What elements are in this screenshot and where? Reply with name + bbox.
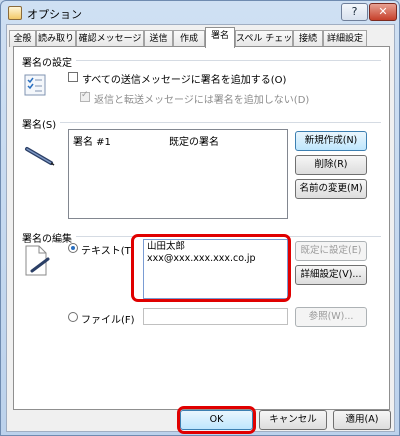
add-signature-checkbox[interactable]	[68, 72, 78, 82]
advanced-settings-button[interactable]: 詳細設定(V)...	[295, 265, 367, 285]
text-highlight-box	[131, 234, 291, 302]
text-radio[interactable]	[68, 243, 78, 253]
no-reply-signature-label: 返信と転送メッセージには署名を追加しない(D)	[94, 95, 310, 106]
file-path-field[interactable]	[143, 308, 288, 325]
no-reply-signature-checkbox[interactable]	[80, 90, 90, 102]
signatures-divider	[60, 122, 381, 123]
app-icon	[8, 6, 22, 20]
title-bar[interactable]: オプション ? ✕	[2, 2, 398, 24]
tab-send[interactable]: 送信	[144, 30, 173, 47]
close-button[interactable]: ✕	[369, 3, 397, 21]
dialog-body: 全般 読み取り 確認メッセージ 送信 作成 署名 スペル チェック 接続 詳細設…	[6, 24, 395, 434]
apply-button[interactable]: 適用(A)	[333, 410, 391, 430]
help-button[interactable]: ?	[341, 3, 368, 21]
file-radio[interactable]	[68, 312, 78, 322]
delete-signature-button[interactable]: 削除(R)	[295, 155, 367, 175]
signature-list[interactable]: 署名 #1 既定の署名	[68, 129, 288, 219]
cancel-button[interactable]: キャンセル	[259, 410, 327, 430]
tab-compose[interactable]: 作成	[173, 30, 205, 47]
settings-heading: 署名の設定	[22, 58, 72, 69]
signatures-panel: 署名の設定 すべての送信メッセージに署名を追加する(O) 返信と転送メッセージに…	[13, 46, 390, 410]
browse-button[interactable]: 参照(W)...	[295, 307, 367, 327]
rename-signature-button[interactable]: 名前の変更(M)	[295, 179, 367, 199]
tab-general[interactable]: 全般	[9, 30, 36, 47]
tab-receipts[interactable]: 確認メッセージ	[76, 30, 144, 47]
document-pen-icon	[24, 245, 50, 277]
ok-highlight-box	[177, 406, 256, 434]
add-signature-label: すべての送信メッセージに署名を追加する(O)	[82, 75, 287, 86]
tab-spelling[interactable]: スペル チェック	[235, 30, 293, 47]
tab-signatures[interactable]: 署名	[205, 27, 235, 48]
window-title: オプション	[27, 8, 82, 21]
signatures-heading: 署名(S)	[22, 120, 57, 131]
signature-default-cell[interactable]: 既定の署名	[169, 133, 219, 148]
edit-heading: 署名の編集	[22, 234, 72, 245]
tab-advanced[interactable]: 詳細設定	[323, 30, 367, 47]
options-window: オプション ? ✕ 全般 読み取り 確認メッセージ 送信 作成 署名 スペル チ…	[0, 0, 400, 436]
tab-read[interactable]: 読み取り	[36, 30, 76, 47]
text-radio-label: テキスト(T)	[81, 246, 135, 257]
pen-icon	[24, 145, 56, 169]
tab-connection[interactable]: 接続	[293, 30, 323, 47]
settings-divider	[76, 60, 381, 61]
file-radio-label: ファイル(F)	[81, 315, 135, 326]
new-signature-button[interactable]: 新規作成(N)	[295, 131, 367, 151]
signature-name-cell[interactable]: 署名 #1	[73, 133, 111, 148]
set-default-button[interactable]: 既定に設定(E)	[295, 241, 367, 261]
checklist-icon	[24, 74, 46, 96]
